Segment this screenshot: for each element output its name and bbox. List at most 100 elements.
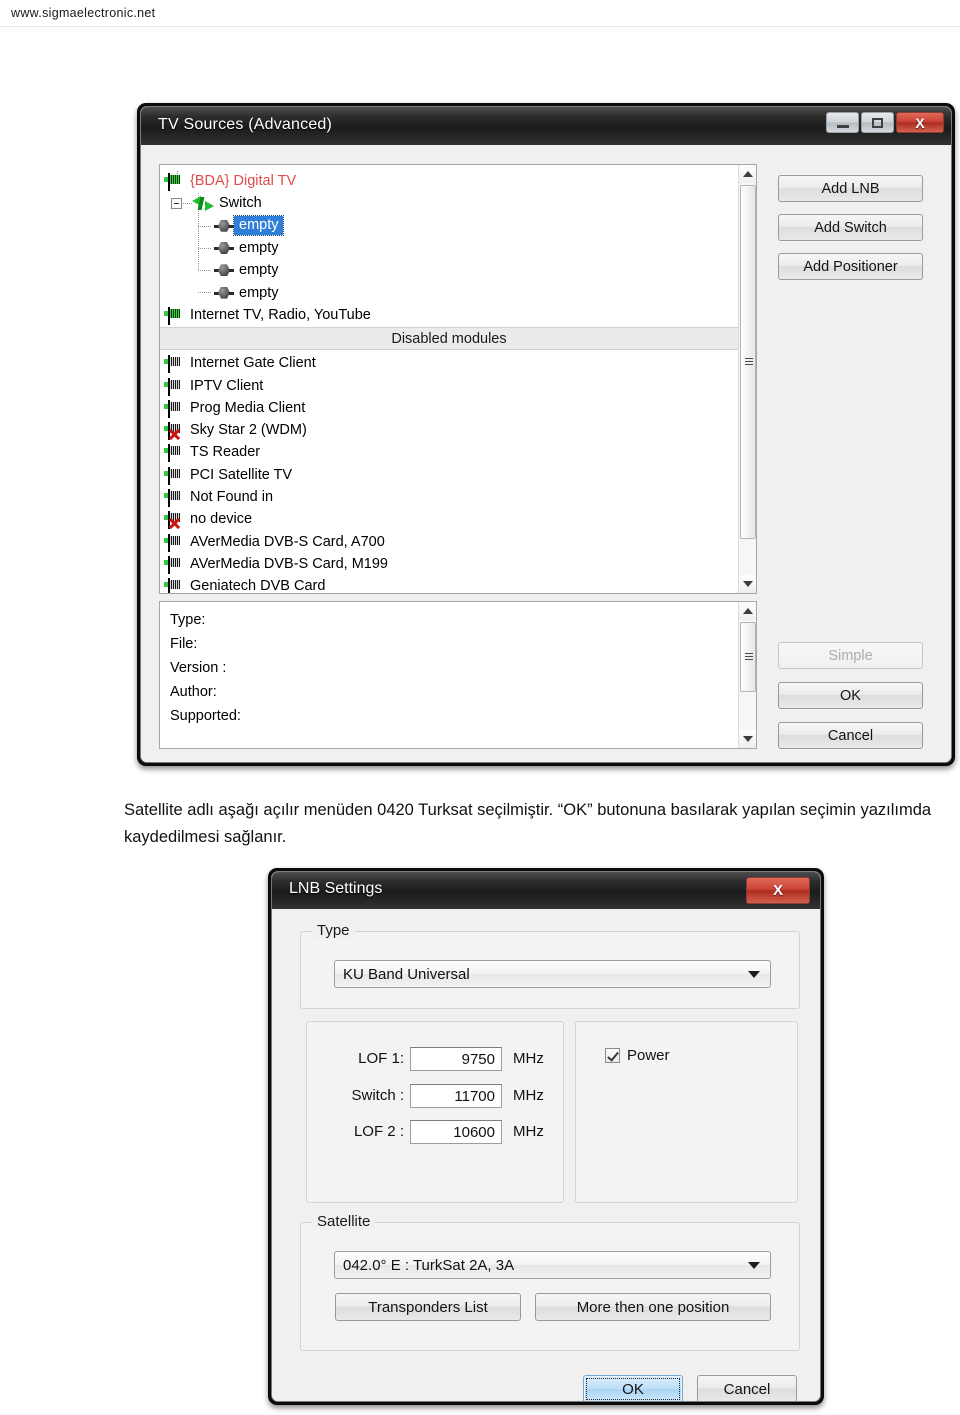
lof2-label: LOF 2 :	[353, 1123, 404, 1140]
cancel-button[interactable]: Cancel	[778, 722, 923, 749]
tree-item-label-selected: empty	[233, 215, 284, 237]
tv-sources-title: TV Sources (Advanced)	[158, 116, 333, 133]
tv-card-icon	[168, 377, 185, 396]
tv-card-icon	[168, 355, 185, 374]
switch-input[interactable]: 11700	[410, 1084, 502, 1108]
simple-button[interactable]: Simple	[778, 642, 923, 669]
tree-item-label: empty	[239, 240, 279, 257]
tree-item-not-found-in[interactable]: Not Found in	[160, 486, 738, 508]
satellite-value: 042.0° E : TurkSat 2A, 3A	[343, 1256, 515, 1274]
chevron-down-icon	[748, 971, 760, 978]
tree-item-internet-gate-client[interactable]: Internet Gate Client	[160, 352, 738, 374]
power-checkbox-row[interactable]: Power	[605, 1047, 670, 1064]
minimize-icon	[836, 124, 849, 128]
lnb-settings-dialog: LNB Settings X Type KU Band Universal LO…	[268, 868, 824, 1405]
tree-item-label: Internet TV, Radio, YouTube	[190, 306, 371, 323]
tree-item-ts-reader[interactable]: TS Reader	[160, 441, 738, 463]
tv-sources-titlebar: TV Sources (Advanced) X	[141, 107, 951, 146]
tree-item-label: Internet Gate Client	[190, 355, 316, 372]
chevron-down-icon	[748, 1262, 760, 1269]
scroll-down-arrow-icon[interactable]	[739, 575, 756, 593]
close-button[interactable]: X	[896, 112, 944, 133]
tree-item-bda-digital-tv[interactable]: {BDA} Digital TV	[160, 170, 738, 192]
tree-item-label: AVerMedia DVB-S Card, M199	[190, 555, 388, 572]
lnb-close-button[interactable]: X	[746, 877, 810, 904]
type-group-title: Type	[312, 922, 355, 939]
tree-item-no-device[interactable]: no device	[160, 508, 738, 530]
power-checkbox[interactable]	[605, 1048, 620, 1063]
tree-connector-line	[198, 270, 212, 272]
connector-icon	[214, 219, 234, 233]
switch-unit: MHz	[513, 1087, 544, 1104]
tree-item-empty-3[interactable]: empty	[160, 259, 738, 281]
lnb-ok-button[interactable]: OK	[583, 1375, 683, 1401]
lnb-cancel-button[interactable]: Cancel	[697, 1375, 797, 1401]
tv-card-error-icon	[168, 511, 185, 530]
tree-item-label: AVerMedia DVB-S Card, A700	[190, 533, 385, 550]
tree-item-pci-satellite-tv[interactable]: PCI Satellite TV	[160, 464, 738, 486]
ok-button[interactable]: OK	[778, 682, 923, 709]
tree-item-label: empty	[239, 284, 279, 301]
details-vertical-scrollbar[interactable]	[738, 602, 756, 748]
tree-item-internet-tv[interactable]: Internet TV, Radio, YouTube	[160, 304, 738, 326]
tree-item-label: IPTV Client	[190, 377, 264, 394]
tv-card-icon	[168, 444, 185, 463]
lof1-input[interactable]: 9750	[410, 1047, 502, 1071]
window-controls: X	[826, 112, 944, 133]
lnb-settings-titlebar: LNB Settings X	[272, 872, 820, 910]
tree-item-empty-2[interactable]: empty	[160, 237, 738, 259]
tree-item-label: Geniatech DVB Card	[190, 578, 326, 594]
connector-icon	[214, 263, 234, 277]
header-divider	[0, 26, 960, 27]
minimize-button[interactable]	[826, 112, 859, 133]
collapse-expander-icon[interactable]	[171, 198, 182, 210]
tv-card-error-icon	[168, 422, 185, 441]
lof1-unit: MHz	[513, 1050, 544, 1067]
satellite-groupbox: Satellite 042.0° E : TurkSat 2A, 3A Tran…	[300, 1213, 800, 1351]
transponders-list-button[interactable]: Transponders List	[335, 1293, 521, 1321]
lof2-input[interactable]: 10600	[410, 1120, 502, 1144]
tree-item-avermedia-m199[interactable]: AVerMedia DVB-S Card, M199	[160, 553, 738, 575]
tv-card-icon	[168, 555, 185, 574]
sources-tree-panel: {BDA} Digital TV Switch empty empty empt…	[159, 164, 757, 594]
tree-item-label: {BDA} Digital TV	[190, 173, 297, 190]
tree-item-prog-media-client[interactable]: Prog Media Client	[160, 397, 738, 419]
satellite-combobox[interactable]: 042.0° E : TurkSat 2A, 3A	[334, 1251, 771, 1279]
detail-row-supported: Supported:	[170, 708, 241, 724]
connector-icon	[214, 241, 234, 255]
tree-item-label: Sky Star 2 (WDM)	[190, 422, 307, 439]
tree-item-iptv-client[interactable]: IPTV Client	[160, 374, 738, 396]
page-caption: Satellite adlı aşağı açılır menüden 0420…	[124, 801, 932, 846]
tree-connector-line	[198, 292, 212, 294]
maximize-button[interactable]	[861, 112, 894, 133]
add-positioner-button[interactable]: Add Positioner	[778, 253, 923, 280]
add-lnb-button[interactable]: Add LNB	[778, 175, 923, 202]
tree-connector-line	[198, 247, 212, 249]
module-details-list: Type: File: Version : Author: Supported:	[160, 602, 738, 748]
more-positions-button[interactable]: More then one position	[535, 1293, 771, 1321]
tree-scrollbar-thumb[interactable]	[740, 185, 756, 539]
sources-tree-list[interactable]: {BDA} Digital TV Switch empty empty empt…	[160, 165, 738, 593]
tree-vertical-scrollbar[interactable]	[738, 165, 756, 593]
tree-item-empty-4[interactable]: empty	[160, 281, 738, 303]
switch-icon	[192, 195, 214, 211]
tree-item-geniatech-dvb-card[interactable]: Geniatech DVB Card	[160, 575, 738, 594]
lnb-type-combobox[interactable]: KU Band Universal	[334, 960, 771, 988]
power-label: Power	[627, 1047, 670, 1064]
tv-card-icon	[168, 466, 185, 485]
details-scrollbar-thumb[interactable]	[740, 622, 756, 692]
add-switch-button[interactable]: Add Switch	[778, 214, 923, 241]
lof2-unit: MHz	[513, 1123, 544, 1140]
tv-card-icon	[168, 399, 185, 418]
tree-item-avermedia-a700[interactable]: AVerMedia DVB-S Card, A700	[160, 530, 738, 552]
scroll-up-arrow-icon[interactable]	[739, 602, 756, 620]
tree-item-sky-star-2[interactable]: Sky Star 2 (WDM)	[160, 419, 738, 441]
tree-item-switch[interactable]: Switch	[160, 192, 738, 214]
scroll-down-arrow-icon[interactable]	[739, 730, 756, 748]
tv-sources-dialog: TV Sources (Advanced) X {BDA} Digital TV	[137, 103, 955, 766]
scroll-up-arrow-icon[interactable]	[739, 165, 756, 183]
satellite-group-title: Satellite	[312, 1213, 376, 1230]
detail-row-author: Author:	[170, 684, 217, 700]
tree-item-empty-1[interactable]: empty	[160, 215, 738, 237]
maximize-icon	[872, 117, 883, 128]
